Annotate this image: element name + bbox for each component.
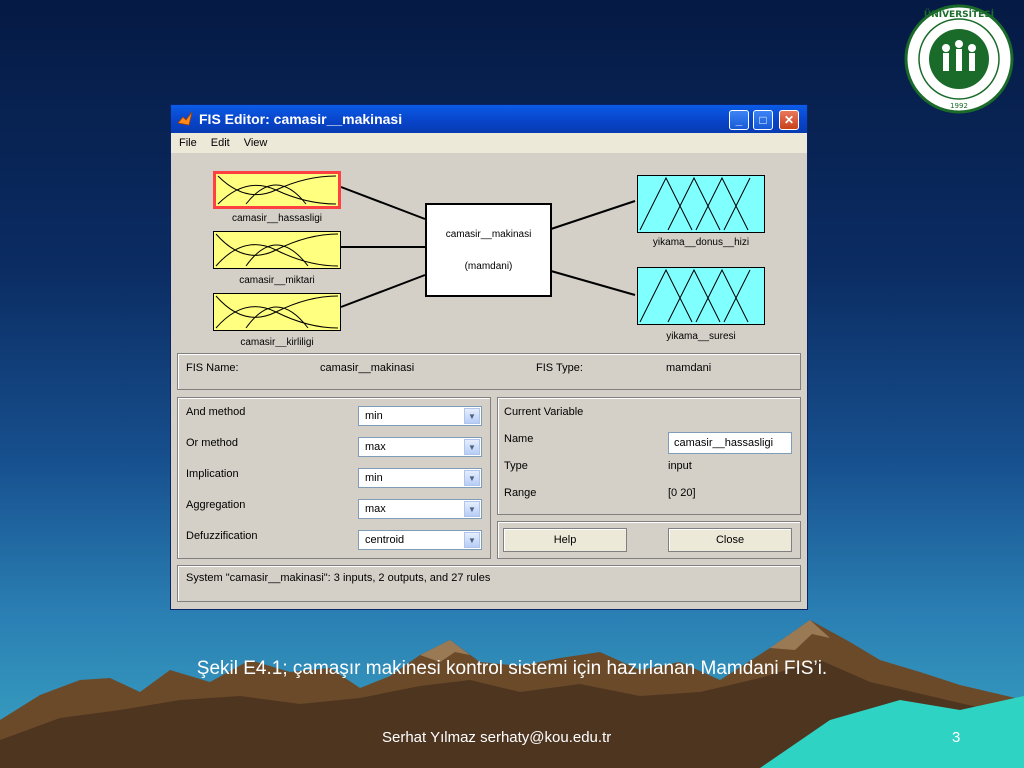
variable-range-value: [0 20] — [668, 487, 696, 499]
aggregation-value: max — [365, 503, 386, 515]
methods-panel: And method min ▼ Or method max ▼ Implicati… — [177, 397, 491, 559]
fis-type-label: FIS Type: — [536, 362, 583, 374]
svg-text:1992: 1992 — [950, 102, 968, 110]
input-label: camasir__kirliligi — [240, 337, 314, 347]
and-method-label: And method — [186, 406, 246, 418]
slide-author: Serhat Yılmaz serhaty@kou.edu.tr — [382, 729, 612, 746]
current-variable-panel: Current Variable Name camasir__hassaslig… — [497, 397, 801, 515]
title-bar[interactable]: FIS Editor: camasir__makinasi _ □ ✕ — [171, 105, 807, 133]
dropdown-arrow-icon[interactable]: ▼ — [464, 532, 480, 548]
input-mf-hassasligi[interactable] — [213, 171, 341, 209]
input-mf-kirliligi[interactable] — [213, 293, 341, 331]
and-method-select[interactable]: min ▼ — [358, 406, 482, 426]
slide-page-number: 3 — [952, 729, 961, 746]
input-label: camasir__miktari — [239, 275, 315, 286]
implication-value: min — [365, 472, 383, 484]
and-method-value: min — [365, 410, 383, 422]
defuzzification-value: centroid — [365, 534, 405, 546]
dropdown-arrow-icon[interactable]: ▼ — [464, 470, 480, 486]
variable-name-field[interactable]: camasir__hassasligi — [668, 432, 792, 454]
dropdown-arrow-icon[interactable]: ▼ — [464, 501, 480, 517]
variable-type-label: Type — [504, 460, 528, 472]
fis-name-label: FIS Name: — [186, 362, 239, 374]
output-label: yikama__suresi — [666, 331, 736, 342]
dropdown-arrow-icon[interactable]: ▼ — [464, 408, 480, 424]
system-block[interactable]: camasir__makinasi (mamdani) — [425, 203, 552, 297]
matlab-icon — [177, 111, 193, 126]
defuzzification-select[interactable]: centroid ▼ — [358, 530, 482, 550]
or-method-label: Or method — [186, 437, 238, 449]
implication-label: Implication — [186, 468, 239, 480]
variable-name-label: Name — [504, 433, 534, 445]
system-name: camasir__makinasi — [445, 229, 532, 240]
fis-name-value: camasir__makinasi — [320, 362, 415, 374]
maximize-icon[interactable]: □ — [753, 110, 773, 130]
status-text: System "camasir__makinasi": 3 inputs, 2 … — [186, 572, 491, 584]
buttons-panel: Help Close — [497, 521, 801, 559]
variable-type-value: input — [668, 460, 692, 472]
fis-editor-window: FIS Editor: camasir__makinasi _ □ ✕ File… — [170, 104, 808, 610]
input-label: camasir__hassasligi — [231, 213, 323, 224]
close-icon[interactable]: ✕ — [779, 110, 799, 130]
slide-caption: Şekil E4.1; çamaşır makinesi kontrol sis… — [196, 658, 828, 679]
or-method-value: max — [365, 441, 386, 453]
dropdown-arrow-icon[interactable]: ▼ — [464, 439, 480, 455]
defuzzification-label: Defuzzification — [186, 530, 258, 542]
input-mf-miktari[interactable] — [213, 231, 341, 269]
implication-select[interactable]: min ▼ — [358, 468, 482, 488]
help-button[interactable]: Help — [503, 528, 627, 552]
output-mf-suresi[interactable] — [637, 267, 765, 325]
or-method-select[interactable]: max ▼ — [358, 437, 482, 457]
fis-info-panel: FIS Name: camasir__makinasi FIS Type: ma… — [177, 353, 801, 390]
minimize-icon[interactable]: _ — [729, 110, 749, 130]
menu-file[interactable]: File — [179, 137, 197, 149]
fis-type-value: mamdani — [666, 362, 712, 374]
system-type: (mamdani) — [464, 261, 513, 272]
aggregation-label: Aggregation — [186, 499, 246, 511]
menu-edit[interactable]: Edit — [211, 137, 230, 149]
menu-bar: File Edit View — [171, 133, 807, 153]
close-button[interactable]: Close — [668, 528, 792, 552]
variable-range-label: Range — [504, 487, 537, 499]
svg-text:ÜNİVERSİTESİ: ÜNİVERSİTESİ — [924, 9, 994, 20]
fis-diagram: camasir__hassasligi camasir__miktari cam… — [173, 155, 805, 347]
output-mf-donus-hizi[interactable] — [637, 175, 765, 233]
menu-view[interactable]: View — [244, 137, 268, 149]
current-variable-header: Current Variable — [504, 406, 584, 418]
window-title: FIS Editor: camasir__makinasi — [199, 111, 403, 127]
university-logo: ÜNİVERSİTESİ 1992 — [904, 4, 1014, 114]
output-label: yikama__donus__hizi — [652, 237, 750, 248]
aggregation-select[interactable]: max ▼ — [358, 499, 482, 519]
status-panel: System "camasir__makinasi": 3 inputs, 2 … — [177, 565, 801, 602]
